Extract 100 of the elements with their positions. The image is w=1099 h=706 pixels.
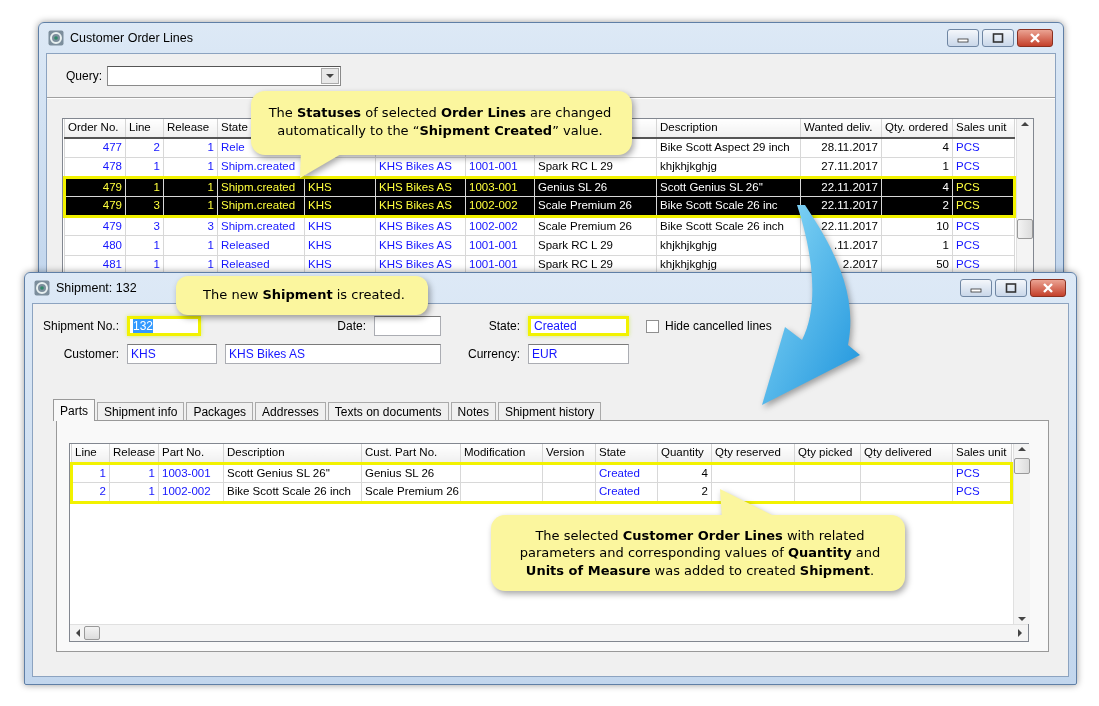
table-cell: 1 bbox=[207, 180, 214, 193]
scrollbar[interactable] bbox=[1013, 444, 1030, 624]
tab[interactable]: Packages bbox=[186, 402, 254, 420]
table-cell: Released bbox=[221, 258, 270, 271]
table-cell: 3 bbox=[153, 219, 160, 232]
close-button[interactable] bbox=[1030, 279, 1066, 297]
table-cell: 1 bbox=[207, 199, 214, 212]
input-field[interactable]: EUR bbox=[528, 344, 629, 364]
table-cell: PCS bbox=[956, 258, 980, 271]
table-cell: 1 bbox=[148, 466, 155, 479]
table-cell: KHS Bikes AS bbox=[379, 199, 452, 212]
table-cell: 2.2017 bbox=[842, 258, 878, 271]
table-cell: KHS Bikes AS bbox=[379, 258, 452, 271]
table-cell: 22.11.2017 bbox=[821, 219, 878, 232]
table-cell: .11.2017 bbox=[834, 238, 878, 251]
input-field[interactable]: KHS Bikes AS bbox=[225, 344, 441, 364]
table-cell: 2 bbox=[153, 141, 160, 154]
table-cell: 10 bbox=[936, 219, 949, 232]
field-label: Query: bbox=[66, 68, 103, 85]
field-label: Date: bbox=[336, 318, 367, 335]
input-field[interactable]: Created bbox=[528, 316, 629, 336]
table-cell: 1 bbox=[207, 258, 214, 271]
input-field[interactable]: KHS bbox=[127, 344, 217, 364]
table-cell: PCS bbox=[956, 219, 980, 232]
table-cell: 1002-002 bbox=[469, 219, 518, 232]
dropdown-field[interactable] bbox=[107, 66, 341, 86]
table-cell: PCS bbox=[956, 199, 980, 212]
table-cell: Created bbox=[599, 466, 640, 479]
table-cell: 22.11.2017 bbox=[821, 199, 878, 212]
table-cell: PCS bbox=[956, 160, 980, 173]
table-cell: 1001-001 bbox=[469, 238, 518, 251]
table-cell: 1003-001 bbox=[469, 180, 518, 193]
table-row[interactable]: 479 3 1 Shipm.created KHS KHS Bikes AS 1002-002 Scale Premium 26 Bike Scott Scale 26 inc 22.11.2017 2 PCS bbox=[64, 196, 1015, 216]
table-cell: 1 bbox=[207, 160, 214, 173]
table-cell: 1 bbox=[207, 141, 214, 154]
table-row[interactable]: 2 1 1002-002 Bike Scott Scale 26 inch Scale Premium 26 Created 2 PCS bbox=[71, 482, 1012, 502]
table-cell: 1 bbox=[153, 180, 160, 193]
window-title: Customer Order Lines bbox=[70, 29, 193, 47]
table-cell: KHS Bikes AS bbox=[379, 160, 452, 173]
maximize-button[interactable] bbox=[995, 279, 1027, 297]
tab[interactable]: Shipment history bbox=[497, 402, 602, 420]
table-cell: KHS bbox=[308, 199, 332, 212]
maximize-icon bbox=[1005, 283, 1017, 293]
checkbox-label: Hide cancelled lines bbox=[665, 318, 772, 335]
table-cell: 1 bbox=[207, 238, 214, 251]
field-label: Customer: bbox=[62, 346, 120, 363]
table-cell: KHS bbox=[308, 238, 332, 251]
dropdown-button[interactable] bbox=[321, 68, 339, 84]
table-cell: Scott Genius SL 26'' bbox=[227, 466, 331, 479]
table-cell: PCS bbox=[956, 466, 980, 479]
caret-icon bbox=[324, 71, 336, 81]
scrollbar[interactable] bbox=[70, 624, 1028, 641]
tab[interactable]: Parts bbox=[53, 399, 95, 421]
scroll-thumb[interactable] bbox=[1017, 219, 1033, 239]
window-title: Shipment: 132 bbox=[56, 279, 137, 297]
app-icon bbox=[34, 280, 50, 296]
table-cell: Spark RC L 29 bbox=[538, 160, 613, 173]
scroll-up-icon bbox=[1016, 444, 1028, 454]
table-cell: 22.11.2017 bbox=[821, 180, 878, 193]
scroll-left-icon bbox=[74, 627, 82, 639]
scroll-thumb[interactable] bbox=[1014, 458, 1030, 474]
table-cell: Genius SL 26 bbox=[538, 180, 608, 193]
tab[interactable]: Texts on documents bbox=[327, 402, 449, 420]
table-cell: 3 bbox=[207, 219, 214, 232]
table-cell: KHS bbox=[308, 219, 332, 232]
table-cell: 28.11.2017 bbox=[821, 141, 878, 154]
table-cell: Spark RC L 29 bbox=[538, 258, 613, 271]
table-cell: Shipm.created bbox=[221, 199, 296, 212]
table-cell: 480 bbox=[102, 238, 122, 251]
table-row[interactable]: 1 1 1003-001 Scott Genius SL 26'' Genius SL 26 Created 4 PCS bbox=[71, 463, 1012, 483]
input-field[interactable] bbox=[374, 316, 441, 336]
table-cell: KHS Bikes AS bbox=[379, 238, 452, 251]
table-cell: 3 bbox=[153, 199, 160, 212]
scroll-thumb[interactable] bbox=[84, 626, 100, 640]
field-label: Currency: bbox=[467, 346, 521, 363]
table-cell: Shipm.created bbox=[221, 219, 296, 232]
table-cell: Genius SL 26 bbox=[365, 466, 435, 479]
table-cell: KHS Bikes AS bbox=[379, 219, 452, 232]
tooltip-text: The new Shipment is created. bbox=[203, 286, 405, 304]
table-cell: 479 bbox=[102, 180, 122, 193]
close-button[interactable] bbox=[1017, 29, 1053, 47]
tab[interactable]: Shipment info bbox=[97, 402, 185, 420]
app-icon bbox=[48, 30, 64, 46]
table-cell: 2 bbox=[701, 485, 708, 498]
checkbox[interactable] bbox=[646, 319, 659, 333]
close-icon bbox=[1042, 283, 1054, 293]
field-label: State: bbox=[487, 318, 521, 335]
table-cell: 2 bbox=[942, 199, 949, 212]
tab[interactable]: Notes bbox=[450, 402, 496, 420]
scroll-up-icon bbox=[1019, 119, 1031, 129]
scrollbar[interactable] bbox=[1016, 119, 1033, 275]
table-row[interactable]: 479 1 1 Shipm.created KHS KHS Bikes AS 1003-001 Genius SL 26 Scott Genius SL 26'' 22.11.2017 4 PCS bbox=[64, 177, 1015, 197]
table-cell: 1 bbox=[153, 238, 160, 251]
table-cell: Bike Scott Aspect 29 inch bbox=[660, 141, 790, 154]
tab[interactable]: Addresses bbox=[255, 402, 326, 420]
table-cell: 1 bbox=[148, 485, 155, 498]
table-cell: khjkhjkghjg bbox=[660, 238, 717, 251]
table-cell: KHS bbox=[308, 258, 332, 271]
maximize-button[interactable] bbox=[982, 29, 1014, 47]
tooltip-text: The selected Customer Order Lines with related parameters and corresponding values of Quantity and Units of Measure was added to created Shipment. bbox=[518, 526, 882, 580]
